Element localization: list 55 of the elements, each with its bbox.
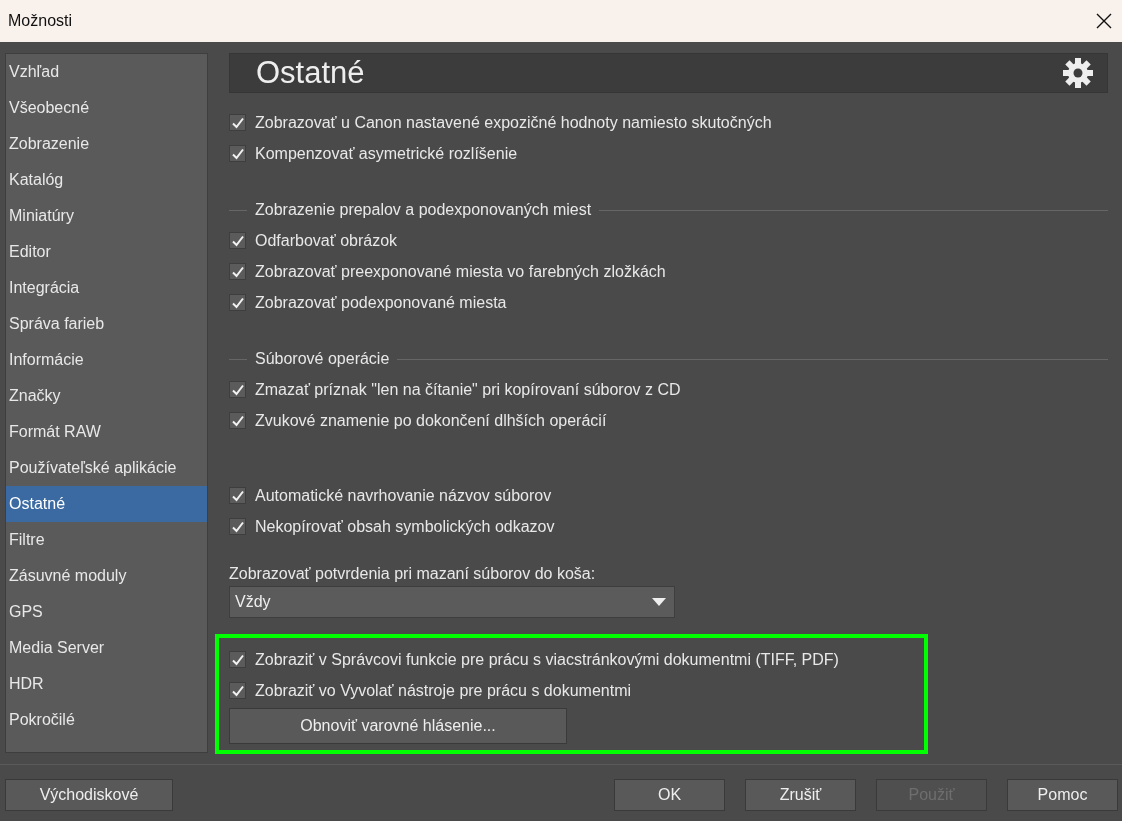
checkbox-label: Zobrazovať preexponované miesta vo farebných zložkách (255, 262, 666, 281)
checkbox-label: Zobraziť vo Vyvolať nástroje pre prácu s dokumentmi (255, 681, 631, 700)
sidebar-item[interactable]: Media Server (6, 630, 207, 666)
sidebar-item[interactable]: Formát RAW (6, 414, 207, 450)
checkbox[interactable] (229, 381, 246, 398)
checkbox-label: Automatické navrhovanie názvov súborov (255, 486, 552, 505)
sidebar-item[interactable]: HDR (6, 666, 207, 702)
sidebar-item[interactable]: Vzhľad (6, 54, 207, 90)
checkbox-label: Zmazať príznak "len na čítanie" pri kopírovaní súborov z CD (255, 380, 681, 399)
checkbox[interactable] (229, 651, 246, 668)
checkbox[interactable] (229, 682, 246, 699)
checkbox[interactable] (229, 487, 246, 504)
checkbox-label: Kompenzovať asymetrické rozlíšenie (255, 144, 518, 163)
footer-button[interactable]: Zrušiť (745, 779, 856, 811)
sidebar-item[interactable]: Zobrazenie (6, 126, 207, 162)
group-heading: Zobrazenie prepalov a podexponovaných miest (255, 201, 592, 219)
sidebar-item[interactable]: Správa farieb (6, 306, 207, 342)
sidebar-item[interactable]: Katalóg (6, 162, 207, 198)
sidebar-item[interactable]: Integrácia (6, 270, 207, 306)
footer-button[interactable]: Východiskové (5, 779, 173, 811)
sidebar-item[interactable]: Informácie (6, 342, 207, 378)
caret-icon (652, 598, 666, 606)
checkbox-label: Zvukové znamenie po dokončení dlhších operácií (255, 411, 607, 430)
checkbox-label: Zobrazovať u Canon nastavené expozičné hodnoty namiesto skutočných (255, 113, 772, 132)
sidebar-item[interactable]: Editor (6, 234, 207, 270)
sidebar-item[interactable]: GPS (6, 594, 207, 630)
sidebar-item[interactable]: Všeobecné (6, 90, 207, 126)
checkbox[interactable] (229, 263, 246, 280)
dropdown[interactable]: Vždy (229, 586, 675, 618)
sidebar-item[interactable]: Zásuvné moduly (6, 558, 207, 594)
dropdown-label: Zobrazovať potvrdenia pri mazaní súborov do koša: (229, 564, 597, 584)
gear-icon (1062, 57, 1094, 89)
sidebar-item[interactable]: Pokročilé (6, 702, 207, 738)
sidebar-item[interactable]: Filtre (6, 522, 207, 558)
checkbox[interactable] (229, 114, 246, 131)
window-title: Možnosti (8, 12, 73, 30)
checkbox-label: Zobrazovať podexponované miesta (255, 293, 507, 312)
checkbox[interactable] (229, 518, 246, 535)
sidebar-item[interactable]: Ostatné (6, 486, 207, 522)
footer-button[interactable]: OK (614, 779, 725, 811)
checkbox[interactable] (229, 232, 246, 249)
checkbox[interactable] (229, 412, 246, 429)
checkbox[interactable] (229, 145, 246, 162)
checkbox-label: Zobraziť v Správcovi funkcie pre prácu s viacstránkovými dokumentmi (TIFF, PDF) (255, 650, 839, 669)
sidebar-item[interactable]: Značky (6, 378, 207, 414)
page-title: Ostatné (256, 55, 365, 91)
sidebar-item[interactable]: Miniatúry (6, 198, 207, 234)
checkbox-label: Nekopírovať obsah symbolických odkazov (255, 517, 555, 536)
close-icon[interactable] (1096, 13, 1112, 29)
footer-button[interactable]: Pomoc (1007, 779, 1118, 811)
reset-warnings-button[interactable]: Obnoviť varovné hlásenie... (229, 708, 567, 744)
group-heading: Súborové operácie (255, 350, 390, 368)
sidebar-item[interactable]: Používateľské aplikácie (6, 450, 207, 486)
checkbox-label: Odfarbovať obrázok (255, 231, 398, 250)
checkbox[interactable] (229, 294, 246, 311)
